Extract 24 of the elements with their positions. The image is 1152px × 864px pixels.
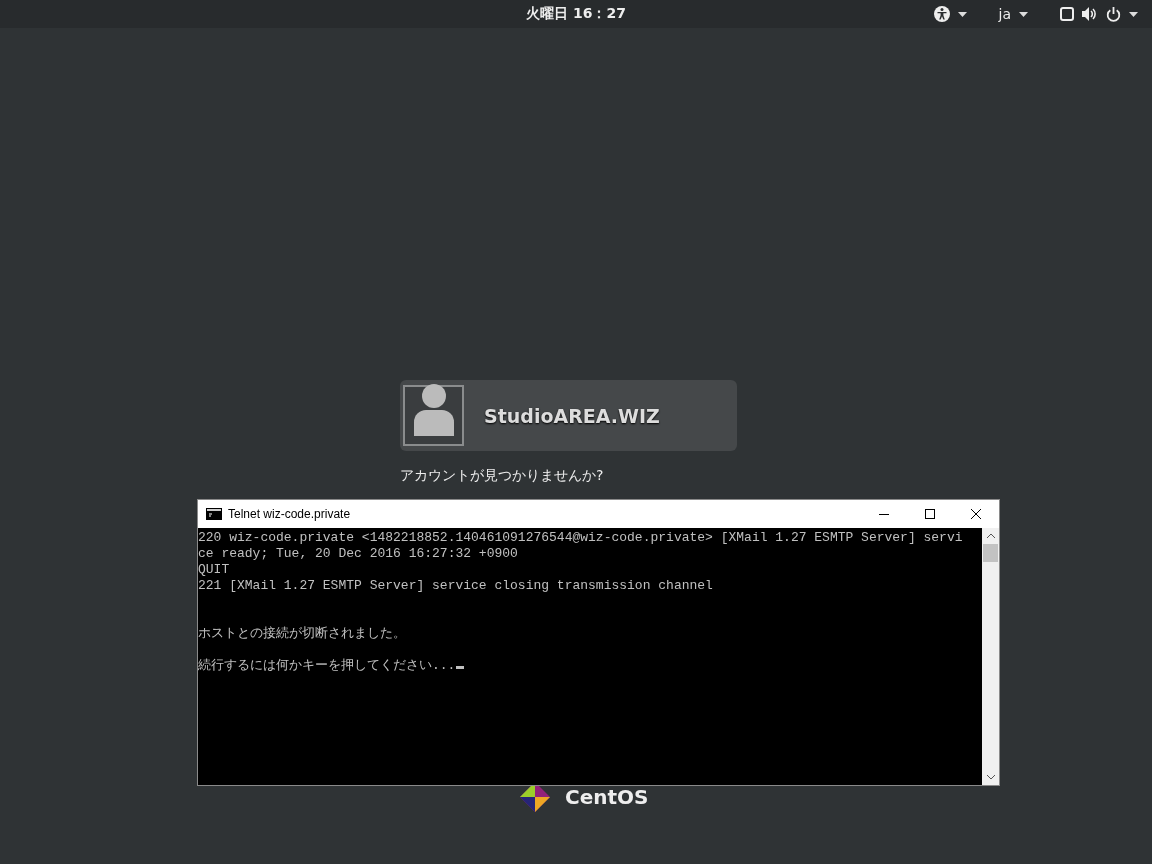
- caret-icon[interactable]: [1129, 11, 1138, 17]
- terminal-line: ce ready; Tue, 20 Dec 2016 16:27:32 +0900: [198, 546, 518, 561]
- user-silhouette-icon: [413, 384, 454, 436]
- caret-icon[interactable]: [1019, 11, 1028, 17]
- power-icon[interactable]: [1106, 6, 1121, 22]
- terminal-line: 220 wiz-code.private <1482218852.140461091276544@wiz-code.private> [XMail 1.27 ESMTP Server] servi: [198, 530, 963, 545]
- terminal-line: ホストとの接続が切断されました。: [198, 626, 406, 641]
- scrollbar[interactable]: [982, 528, 999, 785]
- console-icon: [206, 508, 222, 520]
- terminal-line: 221 [XMail 1.27 ESMTP Server] service closing transmission channel: [198, 578, 713, 593]
- user-card[interactable]: StudioAREA.WIZ: [400, 380, 737, 451]
- terminal-line: 続行するには何かキーを押してください...: [198, 658, 456, 673]
- accessibility-icon[interactable]: [933, 6, 950, 22]
- user-name: StudioAREA.WIZ: [484, 404, 660, 427]
- square-icon[interactable]: [1060, 7, 1074, 21]
- volume-icon[interactable]: [1082, 7, 1098, 21]
- logo-text: CentOS: [565, 785, 649, 809]
- not-listed-link[interactable]: アカウントが見つかりませんか?: [400, 467, 737, 485]
- caret-icon[interactable]: [957, 11, 967, 17]
- terminal-line: QUIT: [198, 562, 230, 577]
- clock[interactable]: 火曜日 16：27: [526, 5, 626, 23]
- window-title: Telnet wiz-code.private: [228, 507, 352, 521]
- scroll-thumb[interactable]: [983, 544, 998, 562]
- language-indicator[interactable]: ja: [998, 6, 1011, 22]
